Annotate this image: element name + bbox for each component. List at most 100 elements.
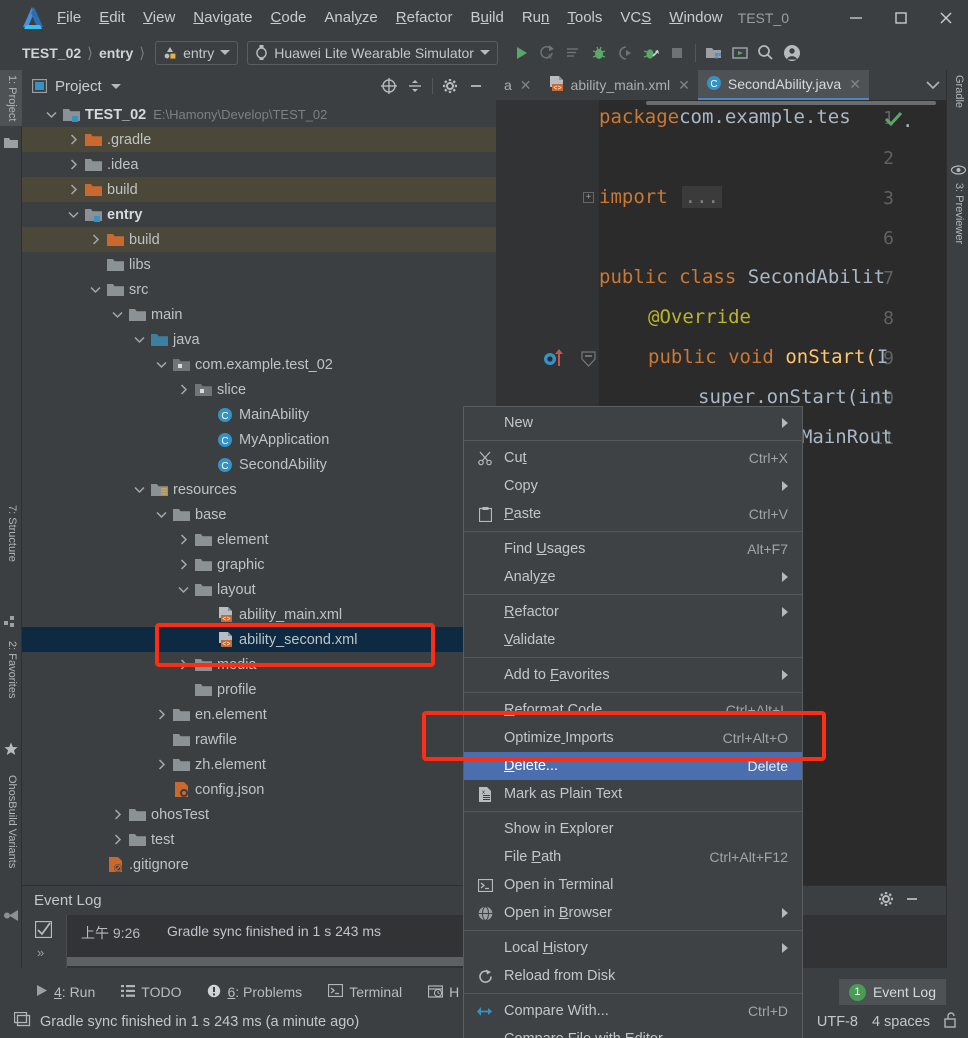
- tree-twisty[interactable]: [88, 858, 102, 872]
- horizontal-scrollbar[interactable]: [646, 101, 936, 105]
- status-window-icon[interactable]: [13, 1011, 31, 1032]
- context-menu-item-analyze[interactable]: Analyze: [464, 563, 802, 591]
- collapse-all-icon[interactable]: [403, 74, 427, 98]
- fold-collapse-icon[interactable]: [581, 350, 596, 372]
- indent-label[interactable]: 4 spaces: [872, 1014, 930, 1030]
- tree-row[interactable]: en.element: [22, 702, 496, 727]
- tree-row[interactable]: entry: [22, 202, 496, 227]
- maximize-button[interactable]: [878, 0, 923, 35]
- context-menu-item-new[interactable]: New: [464, 409, 802, 437]
- menu-item-refactor[interactable]: Refactor: [387, 0, 462, 35]
- context-menu-item-cut[interactable]: Cut Ctrl+X: [464, 444, 802, 472]
- context-menu-item-copy[interactable]: Copy: [464, 472, 802, 500]
- tree-twisty[interactable]: [176, 533, 190, 547]
- fold-expand-icon[interactable]: +: [583, 192, 594, 203]
- tree-twisty[interactable]: [66, 208, 80, 222]
- override-marker-icon[interactable]: [542, 348, 564, 373]
- tree-twisty[interactable]: [176, 583, 190, 597]
- sidebar-item-favorites[interactable]: 2: Favorites: [0, 636, 22, 703]
- project-tree[interactable]: TEST_02 E:\Hamony\Develop\TEST_02 .gradle.…: [22, 102, 496, 885]
- tree-row[interactable]: C MainAbility: [22, 402, 496, 427]
- gear-icon[interactable]: [438, 74, 462, 98]
- tree-twisty[interactable]: [66, 133, 80, 147]
- close-icon[interactable]: ✕: [678, 77, 690, 94]
- context-menu-item-compare-with[interactable]: Compare With... Ctrl+D: [464, 997, 802, 1025]
- tree-twisty[interactable]: [176, 658, 190, 672]
- tree-twisty[interactable]: [176, 383, 190, 397]
- hide-panel-icon[interactable]: [464, 74, 488, 98]
- context-menu-item-show-in-explorer[interactable]: Show in Explorer: [464, 815, 802, 843]
- tree-twisty[interactable]: [110, 308, 124, 322]
- menu-item-navigate[interactable]: Navigate: [184, 0, 261, 35]
- tree-row[interactable]: ohosTest: [22, 802, 496, 827]
- encoding-label[interactable]: UTF-8: [817, 1014, 858, 1030]
- checkbox-icon[interactable]: [34, 920, 53, 943]
- bottom-tab-terminal[interactable]: Terminal: [315, 983, 415, 1000]
- device-manager-icon[interactable]: [727, 40, 753, 66]
- tree-twisty[interactable]: [88, 258, 102, 272]
- context-menu-item-reformat-code[interactable]: Reformat Code Ctrl+Alt+L: [464, 696, 802, 724]
- tree-twisty[interactable]: [154, 358, 168, 372]
- close-icon[interactable]: ✕: [849, 76, 861, 93]
- context-menu-item-add-to-favorites[interactable]: Add to Favorites: [464, 661, 802, 689]
- context-menu-item-optimize-imports[interactable]: Optimize Imports Ctrl+Alt+O: [464, 724, 802, 752]
- scroll-from-source-icon[interactable]: [377, 74, 401, 98]
- run-icon[interactable]: [508, 40, 534, 66]
- search-everywhere-icon[interactable]: [753, 40, 779, 66]
- context-menu-item-file-path[interactable]: File Path Ctrl+Alt+F12: [464, 843, 802, 871]
- context-menu-item-find-usages[interactable]: Find Usages Alt+F7: [464, 535, 802, 563]
- tree-row[interactable]: <> ability_second.xml: [22, 627, 496, 652]
- tree-row[interactable]: media: [22, 652, 496, 677]
- tree-twisty[interactable]: [154, 508, 168, 522]
- run-configuration-selector[interactable]: entry: [155, 40, 239, 65]
- tree-row[interactable]: <> ability_main.xml: [22, 602, 496, 627]
- tree-twisty[interactable]: [88, 233, 102, 247]
- sidebar-item-build-variants[interactable]: OhosBuild Variants: [0, 770, 22, 873]
- unlocked-icon[interactable]: [944, 1011, 958, 1032]
- tree-row[interactable]: .gitignore: [22, 852, 496, 877]
- context-menu-item-open-in-browser[interactable]: Open in Browser: [464, 899, 802, 927]
- sidebar-item-gradle[interactable]: Gradle: [947, 70, 968, 113]
- gear-icon-event-log[interactable]: [878, 891, 894, 912]
- context-menu-item-local-history[interactable]: Local History: [464, 934, 802, 962]
- menu-item-window[interactable]: Window: [660, 0, 731, 35]
- bottom-tab-6-problems[interactable]: 6: Problems: [194, 984, 315, 1001]
- context-menu-item-open-in-terminal[interactable]: Open in Terminal: [464, 871, 802, 899]
- tree-row[interactable]: java: [22, 327, 496, 352]
- tree-twisty[interactable]: [66, 158, 80, 172]
- menu-item-edit[interactable]: Edit: [90, 0, 134, 35]
- editor-tabs-chevron-down-icon[interactable]: [926, 70, 940, 100]
- tree-twisty[interactable]: [198, 433, 212, 447]
- rerun-icon[interactable]: A: [534, 40, 560, 66]
- context-menu-item-validate[interactable]: Validate: [464, 626, 802, 654]
- sidebar-item-structure[interactable]: 7: Structure: [0, 500, 22, 567]
- debug-icon[interactable]: [586, 40, 612, 66]
- tree-row[interactable]: src: [22, 277, 496, 302]
- stop-icon[interactable]: [664, 40, 690, 66]
- tree-row[interactable]: C SecondAbility: [22, 452, 496, 477]
- editor-tab[interactable]: C SecondAbility.java ✕: [697, 70, 869, 100]
- tree-row[interactable]: build: [22, 227, 496, 252]
- close-icon[interactable]: ✕: [520, 77, 532, 94]
- tree-twisty[interactable]: [88, 283, 102, 297]
- attach-debugger-icon[interactable]: [612, 40, 638, 66]
- context-menu-item-paste[interactable]: Paste Ctrl+V: [464, 500, 802, 528]
- menu-item-file[interactable]: File: [48, 0, 90, 35]
- context-menu-item-refactor[interactable]: Refactor: [464, 598, 802, 626]
- tree-row[interactable]: C MyApplication: [22, 427, 496, 452]
- tree-row[interactable]: TEST_02 E:\Hamony\Develop\TEST_02: [22, 102, 496, 127]
- menu-item-tools[interactable]: Tools: [558, 0, 611, 35]
- tree-row[interactable]: resources: [22, 477, 496, 502]
- expand-log-icon[interactable]: »: [37, 945, 44, 960]
- event-log-tab-badge[interactable]: 1 Event Log: [838, 979, 946, 1005]
- sdk-manager-icon[interactable]: [701, 40, 727, 66]
- context-menu-item-compare-file-with-editor[interactable]: Compare File with Editor: [464, 1025, 802, 1038]
- tree-row[interactable]: libs: [22, 252, 496, 277]
- tree-twisty[interactable]: [198, 458, 212, 472]
- tree-twisty[interactable]: [198, 633, 212, 647]
- tree-twisty[interactable]: [132, 333, 146, 347]
- minimize-button[interactable]: [833, 0, 878, 35]
- tree-twisty[interactable]: [176, 558, 190, 572]
- tree-row[interactable]: layout: [22, 577, 496, 602]
- editor-tab[interactable]: <> ability_main.xml ✕: [540, 70, 698, 100]
